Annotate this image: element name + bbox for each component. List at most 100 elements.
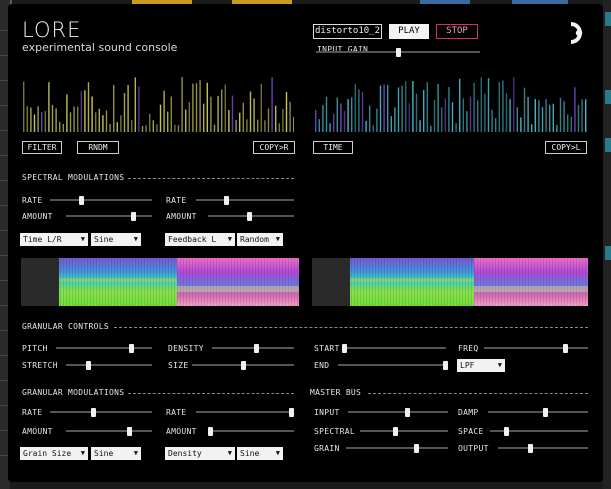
slider-knob[interactable] [528,444,533,453]
copy-to-right-button[interactable]: COPY>R [253,141,295,154]
spectral-amount-left-slider[interactable] [66,212,152,221]
random-button[interactable]: RNDM [77,141,119,154]
slider-knob[interactable] [131,212,136,221]
plugin-window: LORE experimental sound console distorto… [8,4,603,482]
spectral-rate-left-slider[interactable] [50,196,152,205]
slider-knob[interactable] [247,212,252,221]
waveform-bar [369,105,371,132]
spectral-shape-right-dropdown[interactable]: Random ▼ [237,233,283,246]
stop-button[interactable]: STOP [436,24,478,39]
master-damp-slider[interactable] [488,408,588,417]
master-input-slider[interactable] [348,408,448,417]
waveform-bar [376,108,378,132]
granular-rate-right-slider[interactable] [196,408,294,417]
end-slider[interactable] [338,361,448,370]
granular-shape-left-dropdown[interactable]: Sine ▼ [91,447,141,460]
spectral-target-right-dropdown[interactable]: Feedback L ▼ [165,233,235,246]
granular-amount-left-slider[interactable] [66,427,152,436]
waveform-bar [278,123,280,132]
waveform-bar [577,105,580,132]
waveform-bar [62,124,64,132]
spectral-target-left-dropdown[interactable]: Time L/R ▼ [20,233,88,246]
master-output-slider[interactable] [498,444,588,453]
granular-shape-right-dropdown[interactable]: Sine ▼ [237,447,283,460]
spectral-rate-right-slider[interactable] [196,196,294,205]
spectral-shape-left-dropdown[interactable]: Sine ▼ [91,233,141,246]
granular-amount-right-slider[interactable] [208,427,294,436]
waveform-bar [351,97,353,132]
slider-knob[interactable] [208,427,213,436]
waveform-bar [131,120,133,132]
slider-knob[interactable] [405,408,410,417]
waveform-bar [549,104,551,132]
waveform-bar [159,104,162,132]
waveform-bar [585,99,587,132]
waveform-bar [322,105,324,132]
waveform-bar [239,112,241,132]
sample-selector[interactable]: distorto10_2 [313,24,382,39]
slider-knob[interactable] [86,361,91,370]
slider-knob[interactable] [241,361,246,370]
slider-knob[interactable] [289,408,294,417]
slider-knob[interactable] [91,408,96,417]
waveform-bar [69,112,72,132]
filter-button[interactable]: FILTER [22,141,62,154]
master-output-label: OUTPUT [458,444,489,453]
stretch-slider[interactable] [66,361,152,370]
slider-knob[interactable] [129,344,134,353]
slider-knob[interactable] [79,196,84,205]
waveform-bar [77,106,79,132]
density-slider[interactable] [212,344,294,353]
slider-knob[interactable] [443,361,448,370]
time-button[interactable]: TIME [313,141,353,154]
master-spectral-slider[interactable] [360,427,448,436]
slider-knob[interactable] [224,196,229,205]
slider-knob[interactable] [127,427,132,436]
app-title: LORE [22,18,82,42]
master-grain-slider[interactable] [346,444,448,453]
spectral-amount-right-slider[interactable] [208,212,294,221]
waveform-bar [487,78,490,132]
slider-knob[interactable] [396,48,401,57]
slider-knob[interactable] [414,444,419,453]
master-grain-label: GRAIN [314,444,340,453]
waveform-bar [361,91,364,132]
waveform-bar [509,99,511,132]
waveform-bar [246,119,248,132]
input-gain-slider[interactable] [316,48,480,57]
granular-modulations-heading: GRANULAR MODULATIONS [22,388,125,397]
waveform-right[interactable] [314,74,588,132]
granular-target-right-dropdown[interactable]: Density ▼ [165,447,235,460]
slider-knob[interactable] [393,427,398,436]
waveform-bar [264,120,266,132]
size-slider[interactable] [192,361,294,370]
slider-knob[interactable] [342,344,347,353]
granular-rate-left-slider[interactable] [50,408,152,417]
master-space-slider[interactable] [490,427,588,436]
spectrogram-left[interactable] [21,258,299,306]
pitch-slider[interactable] [56,344,152,353]
waveform-left[interactable] [22,74,294,132]
granular-controls-heading: GRANULAR CONTROLS [22,322,109,331]
waveform-bar [567,114,569,132]
start-slider[interactable] [342,344,446,353]
slider-knob[interactable] [543,408,548,417]
copy-to-left-button[interactable]: COPY>L [545,141,587,154]
slider-knob[interactable] [563,344,568,353]
granular-target-left-dropdown[interactable]: Grain Size ▼ [20,447,88,460]
waveform-bar [527,96,529,132]
slider-knob[interactable] [504,427,509,436]
waveform-bar [185,109,187,132]
spectrogram-right[interactable] [312,258,588,306]
waveform-bar [87,82,90,132]
master-damp-label: DAMP [458,408,479,417]
waveform-bar [217,95,219,132]
freq-slider[interactable] [484,344,588,353]
spectral-modulations-heading: SPECTRAL MODULATIONS [22,173,125,182]
waveform-bar [336,97,338,132]
slider-knob[interactable] [254,344,259,353]
filter-type-dropdown[interactable]: LPF ▼ [457,359,505,372]
waveform-bar [116,122,118,132]
play-button[interactable]: PLAY [389,24,429,39]
waveform-bar [408,103,410,132]
